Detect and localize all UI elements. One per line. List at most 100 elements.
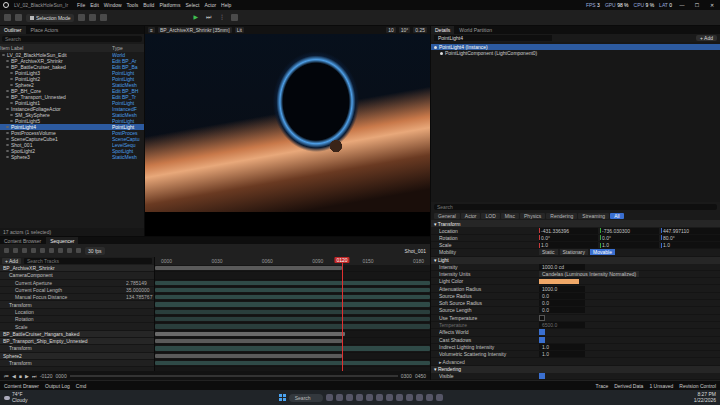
sequencer-tool-icon[interactable] bbox=[22, 248, 27, 253]
details-search[interactable]: Search bbox=[434, 204, 717, 210]
add-track-button[interactable]: + Add bbox=[2, 258, 21, 264]
menu-item[interactable]: Build bbox=[143, 2, 154, 8]
visibility-icon[interactable] bbox=[10, 102, 13, 104]
section-header[interactable]: ▾ Light bbox=[431, 257, 720, 264]
window-control[interactable]: ✕ bbox=[707, 2, 717, 8]
play-button[interactable]: ▶ bbox=[191, 14, 200, 21]
checkbox[interactable] bbox=[539, 373, 545, 379]
menu-item[interactable]: File bbox=[77, 2, 85, 8]
play-button[interactable]: ⋮ bbox=[217, 14, 227, 21]
track-row[interactable]: Sphere2 bbox=[0, 353, 154, 360]
track-section[interactable] bbox=[155, 354, 342, 358]
track-section[interactable] bbox=[155, 281, 430, 285]
sequencer-tool-icon[interactable] bbox=[40, 248, 45, 253]
taskbar-app-icon[interactable] bbox=[336, 394, 343, 401]
vector-field[interactable]: 447.997110 bbox=[661, 228, 720, 234]
outliner-row[interactable]: Shot_001LevelSequ bbox=[0, 142, 144, 148]
window-control[interactable]: — bbox=[677, 2, 687, 8]
panel-tab[interactable]: Place Actors bbox=[27, 26, 63, 34]
visibility-icon[interactable] bbox=[6, 126, 9, 128]
number-field[interactable]: 0.0 bbox=[539, 293, 585, 299]
taskbar-app-icon[interactable] bbox=[346, 394, 353, 401]
track-row[interactable]: Scale bbox=[0, 323, 154, 330]
component-item[interactable]: PointLightComponent (LightComponent0) bbox=[431, 50, 720, 56]
add-component-button[interactable]: + Add bbox=[696, 35, 717, 41]
vector-field[interactable]: 1.0 bbox=[539, 242, 598, 248]
checkbox[interactable] bbox=[539, 329, 545, 335]
status-item[interactable]: Derived Data bbox=[614, 383, 643, 389]
vector-field[interactable]: 1.0 bbox=[661, 242, 720, 248]
number-field[interactable]: 1000.0 cd bbox=[539, 264, 585, 270]
status-item[interactable]: Trace bbox=[596, 383, 609, 389]
outliner-row[interactable]: PostProcessVolumePostProces bbox=[0, 130, 144, 136]
filter-tab[interactable]: Physics bbox=[520, 213, 545, 219]
sequencer-tool-icon[interactable] bbox=[13, 248, 18, 253]
taskbar-app-icon[interactable] bbox=[406, 394, 413, 401]
track-row[interactable]: BP_Transport_Ship_Empty_Unnested bbox=[0, 338, 154, 345]
taskbar-app-icon[interactable] bbox=[396, 394, 403, 401]
track-section[interactable] bbox=[155, 266, 342, 270]
content-icon[interactable] bbox=[15, 14, 22, 21]
visibility-icon[interactable] bbox=[10, 84, 13, 86]
transport-button[interactable]: ■ bbox=[19, 373, 22, 379]
visibility-icon[interactable] bbox=[6, 96, 9, 98]
transport-button[interactable]: ▶ bbox=[25, 373, 29, 379]
time-ruler[interactable]: 000000300060009001500180 bbox=[155, 257, 430, 265]
visibility-icon[interactable] bbox=[10, 114, 13, 116]
number-field[interactable]: 1000.0 bbox=[539, 286, 585, 292]
clock[interactable]: 8:27 PM1/22/2026 bbox=[694, 392, 716, 403]
outliner-row[interactable]: SceneCaptureCube1SceneCaptu bbox=[0, 136, 144, 142]
outliner-row[interactable]: BP_BH_CoreEdit BP_BH bbox=[0, 88, 144, 94]
outliner-row[interactable]: PointLight2PointLight bbox=[0, 76, 144, 82]
track-section[interactable] bbox=[155, 346, 430, 350]
vector-field[interactable]: -736.030300 bbox=[600, 228, 659, 234]
visibility-icon[interactable] bbox=[10, 72, 13, 74]
menu-item[interactable]: Tools bbox=[127, 2, 139, 8]
visibility-icon[interactable] bbox=[10, 78, 13, 80]
mobility-option[interactable]: Movable bbox=[590, 249, 615, 255]
outliner-row[interactable]: PointLight5PointLight bbox=[0, 118, 144, 124]
platforms-icon[interactable] bbox=[231, 14, 238, 21]
outliner-row[interactable]: Sphere3StaticMesh bbox=[0, 154, 144, 160]
taskbar-app-icon[interactable] bbox=[366, 394, 373, 401]
mobility-option[interactable]: Static bbox=[539, 249, 558, 255]
panel-tab[interactable]: Details bbox=[431, 26, 454, 34]
panel-tab[interactable]: Content Browser bbox=[0, 237, 45, 244]
vector-field[interactable]: 0.0° bbox=[600, 235, 659, 241]
taskbar-app-icon[interactable] bbox=[376, 394, 383, 401]
vector-field[interactable]: 80.0° bbox=[661, 235, 720, 241]
track-section[interactable] bbox=[155, 295, 430, 299]
snap-value[interactable]: 0.25 bbox=[413, 27, 427, 33]
taskbar-app-icon[interactable] bbox=[386, 394, 393, 401]
weather-widget[interactable]: 74°FCloudy bbox=[4, 392, 28, 403]
outliner-row[interactable]: BP_ArchiveXR_ShrinkrEdit BP_Ar bbox=[0, 58, 144, 64]
track-row[interactable]: Manual Focus Distance134.785767 bbox=[0, 294, 154, 301]
outliner-row[interactable]: PointLight1PointLight bbox=[0, 100, 144, 106]
sequencer-tool-icon[interactable] bbox=[4, 248, 9, 253]
visibility-icon[interactable] bbox=[6, 108, 9, 110]
menu-item[interactable]: Help bbox=[221, 2, 231, 8]
panel-tab[interactable]: Outliner bbox=[0, 26, 26, 34]
status-item[interactable]: Output Log bbox=[45, 383, 70, 389]
color-swatch[interactable] bbox=[539, 279, 579, 284]
visibility-icon[interactable] bbox=[6, 150, 9, 152]
visibility-icon[interactable] bbox=[2, 54, 5, 56]
track-row[interactable]: BP_BattleCruiser_Hangars_baked bbox=[0, 331, 154, 338]
transport-button[interactable]: ⏮ bbox=[4, 373, 9, 379]
track-section[interactable] bbox=[155, 310, 430, 314]
vector-field[interactable]: -431.336396 bbox=[539, 228, 598, 234]
viewport[interactable]: ≡BP_ArchiveXR_Shrinkr [35mm]Lit1010°0.25 bbox=[145, 26, 430, 236]
visibility-icon[interactable] bbox=[6, 66, 9, 68]
visibility-icon[interactable] bbox=[6, 60, 9, 62]
fps-dropdown[interactable]: 30 fps bbox=[85, 247, 105, 255]
status-item[interactable]: Cmd bbox=[76, 383, 87, 389]
menu-item[interactable]: Edit bbox=[90, 2, 99, 8]
save-icon[interactable] bbox=[4, 14, 11, 21]
playhead-time[interactable]: 0120 bbox=[334, 257, 349, 263]
sequencer-tool-icon[interactable] bbox=[58, 248, 63, 253]
outliner-row[interactable]: Sphere2StaticMesh bbox=[0, 82, 144, 88]
panel-tab[interactable]: World Partition bbox=[455, 26, 496, 34]
mobility-option[interactable]: Stationary bbox=[560, 249, 589, 255]
status-item[interactable]: Revision Control bbox=[679, 383, 716, 389]
sequencer-tool-icon[interactable] bbox=[49, 248, 54, 253]
